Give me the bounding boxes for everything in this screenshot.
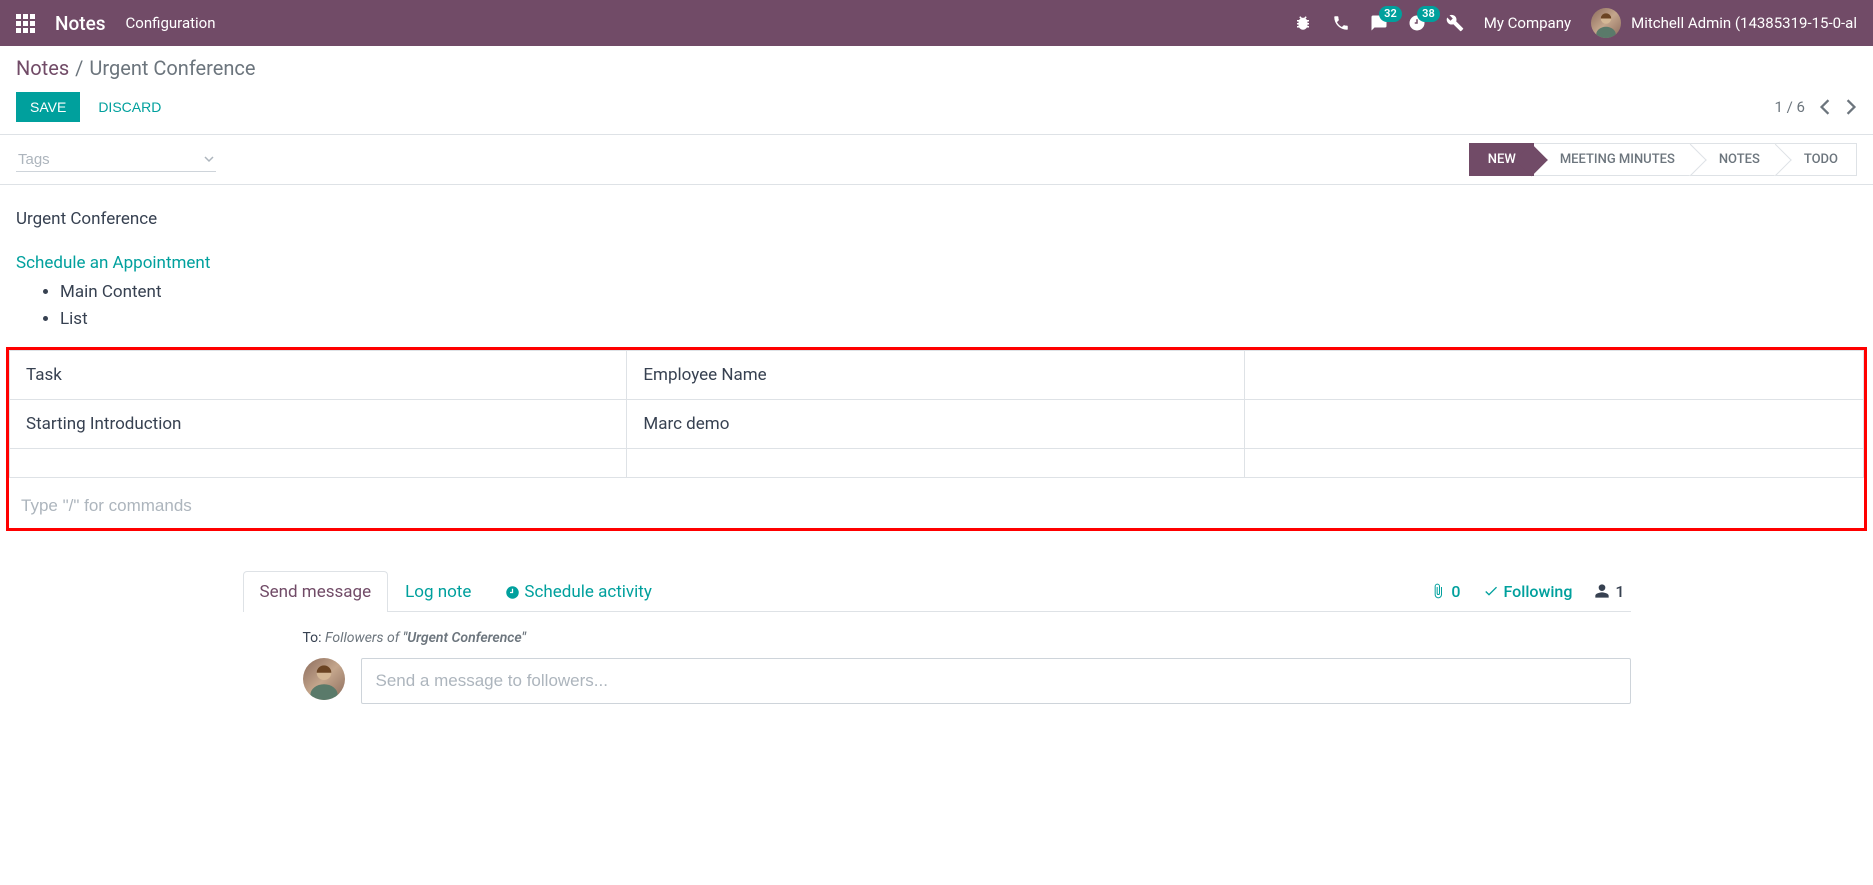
status-bar: NEW MEETING MINUTES NOTES TODO xyxy=(0,135,1873,185)
breadcrumb-current: Urgent Conference xyxy=(89,56,255,80)
table-row: Task Employee Name xyxy=(10,351,1864,400)
user-name: Mitchell Admin (14385319-15-0-al xyxy=(1631,14,1857,32)
breadcrumb: Notes / Urgent Conference xyxy=(16,56,1857,80)
navbar: Notes Configuration 32 38 My Company Mit… xyxy=(0,0,1873,46)
breadcrumb-sep: / xyxy=(75,56,83,80)
table-cell[interactable]: Task xyxy=(10,351,627,400)
paperclip-icon xyxy=(1430,583,1446,599)
to-record: "Urgent Conference" xyxy=(403,630,526,646)
messages-badge: 32 xyxy=(1379,6,1402,22)
followers-count: 1 xyxy=(1615,582,1624,601)
table-cell[interactable]: Employee Name xyxy=(627,351,1244,400)
composer-row xyxy=(303,658,1631,704)
save-button[interactable]: SAVE xyxy=(16,92,80,122)
followers-button[interactable]: 1 xyxy=(1594,582,1624,601)
stage-label: TODO xyxy=(1804,152,1838,167)
composer: To: Followers of "Urgent Conference" xyxy=(243,612,1631,704)
breadcrumb-root[interactable]: Notes xyxy=(16,56,69,80)
composer-input[interactable] xyxy=(361,658,1631,704)
command-input[interactable] xyxy=(9,488,1864,528)
following-label: Following xyxy=(1504,582,1573,601)
list-item[interactable]: List xyxy=(60,306,1857,333)
avatar-icon xyxy=(1591,8,1621,38)
schedule-link[interactable]: Schedule an Appointment xyxy=(16,253,210,273)
highlighted-region: Task Employee Name Starting Introduction… xyxy=(6,347,1867,531)
note-table[interactable]: Task Employee Name Starting Introduction… xyxy=(9,350,1864,478)
attachments-button[interactable]: 0 xyxy=(1430,582,1460,601)
header-row: SAVE DISCARD 1 / 6 xyxy=(16,92,1857,122)
pager-prev-icon[interactable] xyxy=(1819,99,1831,115)
tab-label: Schedule activity xyxy=(524,582,652,602)
stage-label: MEETING MINUTES xyxy=(1560,152,1675,167)
user-menu[interactable]: Mitchell Admin (14385319-15-0-al xyxy=(1591,8,1857,38)
table-cell[interactable] xyxy=(1244,449,1863,478)
tags-input[interactable] xyxy=(16,148,216,172)
composer-to: To: Followers of "Urgent Conference" xyxy=(303,630,1631,646)
chatter: Send message Log note Schedule activity … xyxy=(227,571,1647,704)
to-prefix: Followers of xyxy=(325,630,403,646)
table-cell[interactable] xyxy=(1244,400,1863,449)
tab-schedule-activity[interactable]: Schedule activity xyxy=(488,571,669,612)
to-value: Followers of "Urgent Conference" xyxy=(325,630,526,646)
navbar-right: 32 38 My Company Mitchell Admin (1438531… xyxy=(1294,8,1857,38)
bullet-list[interactable]: Main Content List xyxy=(16,279,1857,333)
tab-send-message[interactable]: Send message xyxy=(243,571,389,612)
activities-badge: 38 xyxy=(1417,6,1440,22)
note-title[interactable]: Urgent Conference xyxy=(16,209,1857,229)
table-cell[interactable] xyxy=(1244,351,1863,400)
navbar-left: Notes Configuration xyxy=(16,12,216,35)
company-selector[interactable]: My Company xyxy=(1484,14,1571,32)
list-item[interactable]: Main Content xyxy=(60,279,1857,306)
table-row xyxy=(10,449,1864,478)
check-icon xyxy=(1483,583,1499,599)
pager-next-icon[interactable] xyxy=(1845,99,1857,115)
stage-bar: NEW MEETING MINUTES NOTES TODO xyxy=(1469,143,1857,176)
table-cell[interactable]: Starting Introduction xyxy=(10,400,627,449)
stage-new[interactable]: NEW xyxy=(1469,143,1534,176)
messages-icon[interactable]: 32 xyxy=(1370,14,1388,32)
user-icon xyxy=(1594,583,1610,599)
table-cell[interactable]: Marc demo xyxy=(627,400,1244,449)
tools-icon[interactable] xyxy=(1446,14,1464,32)
tags-field[interactable] xyxy=(16,148,216,172)
pager-text[interactable]: 1 / 6 xyxy=(1775,98,1806,116)
table-row: Starting Introduction Marc demo xyxy=(10,400,1864,449)
stage-meeting-minutes[interactable]: MEETING MINUTES xyxy=(1534,143,1693,176)
table-cell[interactable] xyxy=(627,449,1244,478)
header-area: Notes / Urgent Conference SAVE DISCARD 1… xyxy=(0,46,1873,135)
composer-avatar-icon xyxy=(303,658,345,700)
to-label: To: xyxy=(303,630,322,646)
following-button[interactable]: Following xyxy=(1483,582,1573,601)
chatter-tabs: Send message Log note Schedule activity … xyxy=(243,571,1631,612)
stage-label: NEW xyxy=(1488,152,1516,167)
table-cell[interactable] xyxy=(10,449,627,478)
attachments-count: 0 xyxy=(1451,582,1460,601)
discard-button[interactable]: DISCARD xyxy=(84,92,175,122)
tab-log-note[interactable]: Log note xyxy=(388,571,488,612)
activities-icon[interactable]: 38 xyxy=(1408,14,1426,32)
pager: 1 / 6 xyxy=(1775,98,1858,116)
menu-configuration[interactable]: Configuration xyxy=(126,14,216,32)
app-title[interactable]: Notes xyxy=(55,12,106,35)
bug-icon[interactable] xyxy=(1294,14,1312,32)
note-content: Urgent Conference Schedule an Appointmen… xyxy=(0,185,1873,553)
phone-icon[interactable] xyxy=(1332,14,1350,32)
clock-icon xyxy=(505,585,520,600)
stage-label: NOTES xyxy=(1719,152,1760,167)
apps-icon[interactable] xyxy=(16,14,35,33)
chatter-right: 0 Following 1 xyxy=(1430,582,1630,601)
header-buttons: SAVE DISCARD xyxy=(16,92,175,122)
